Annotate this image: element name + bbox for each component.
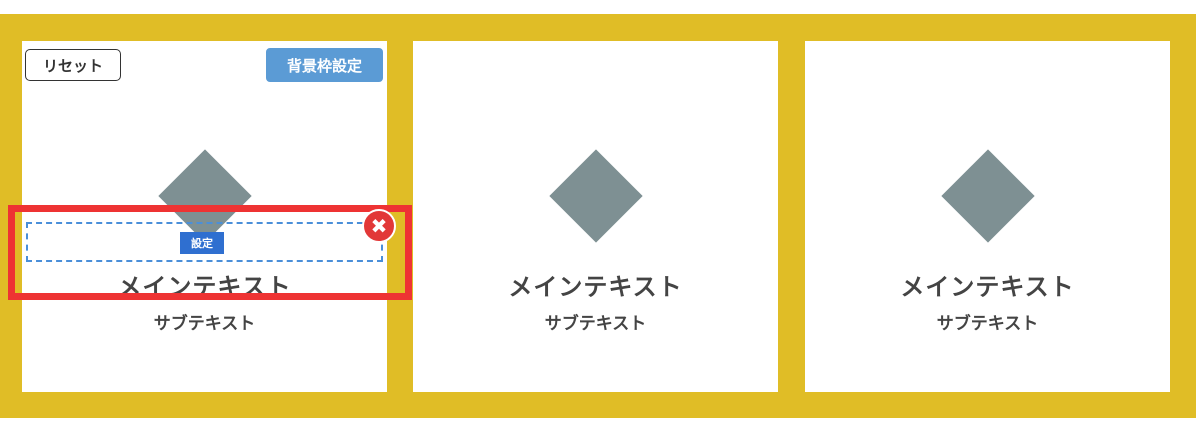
background-frame-settings-button[interactable]: 背景枠設定 xyxy=(266,48,383,82)
card-sub-text[interactable]: サブテキスト xyxy=(805,309,1170,334)
card-sub-text[interactable]: サブテキスト xyxy=(413,309,778,334)
reset-button[interactable]: リセット xyxy=(25,49,121,81)
card-3[interactable]: メインテキスト サブテキスト xyxy=(805,41,1170,392)
diamond-icon xyxy=(941,149,1035,243)
card-main-text[interactable]: メインテキスト xyxy=(413,267,778,302)
card-2[interactable]: メインテキスト サブテキスト xyxy=(413,41,778,392)
diamond-icon xyxy=(549,149,643,243)
card-sub-text[interactable]: サブテキスト xyxy=(22,309,387,334)
card-main-text[interactable]: メインテキスト xyxy=(805,267,1170,302)
settings-badge[interactable]: 設定 xyxy=(180,232,224,254)
close-icon[interactable]: ✖ xyxy=(362,209,396,243)
